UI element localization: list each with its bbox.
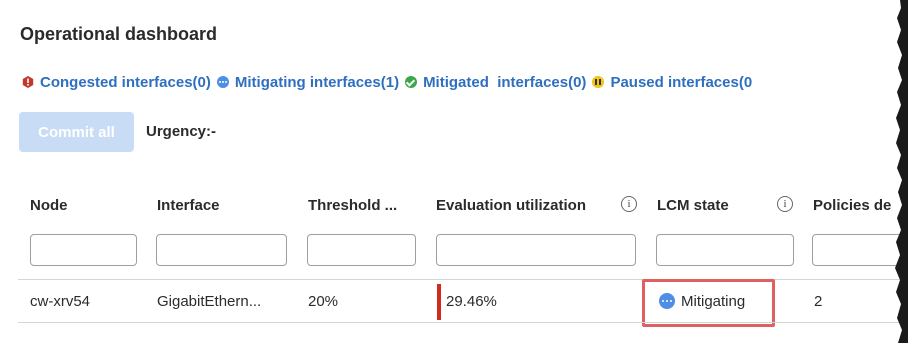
utilization-indicator-bar: [437, 284, 441, 320]
status-filter-bar: Congested interfaces(0) Mitigating inter…: [22, 72, 758, 92]
congested-interfaces-filter[interactable]: Congested interfaces(0): [22, 74, 211, 91]
paused-icon: [592, 76, 605, 88]
mitigating-icon: [216, 76, 229, 88]
row-divider: [18, 322, 908, 323]
column-header-threshold[interactable]: Threshold ...: [308, 197, 397, 214]
mitigating-interfaces-label: Mitigating interfaces(1): [234, 73, 400, 91]
column-header-lcm-state[interactable]: LCM state: [657, 197, 729, 214]
mitigated-interfaces-label: Mitigated interfaces(0): [423, 73, 587, 91]
mitigated-interfaces-filter[interactable]: Mitigated interfaces(0): [405, 74, 586, 91]
info-icon[interactable]: i: [621, 196, 637, 212]
column-header-node[interactable]: Node: [30, 197, 68, 214]
paused-interfaces-label: Paused interfaces(0: [610, 73, 753, 91]
torn-edge: [895, 0, 908, 343]
evaluation-utilization-filter-input[interactable]: [436, 234, 636, 266]
mitigating-interfaces-filter[interactable]: Mitigating interfaces(1): [216, 73, 400, 91]
info-icon[interactable]: i: [777, 196, 793, 212]
lcm-state-filter-input[interactable]: [656, 234, 794, 266]
mitigating-icon: [659, 293, 675, 309]
column-header-evaluation-utilization[interactable]: Evaluation utilization: [436, 197, 586, 214]
cell-interface: GigabitEthern...: [157, 293, 262, 310]
column-header-policies[interactable]: Policies de: [813, 197, 891, 214]
cell-evaluation-utilization: 29.46%: [446, 293, 497, 310]
urgency-label: Urgency:-: [146, 123, 217, 140]
column-header-interface[interactable]: Interface: [157, 197, 220, 214]
cell-threshold: 20%: [308, 293, 339, 310]
threshold-filter-input[interactable]: [307, 234, 416, 266]
congested-icon: [22, 76, 34, 88]
cell-lcm-state: Mitigating: [681, 293, 746, 310]
paused-interfaces-filter[interactable]: Paused interfaces(0: [592, 74, 752, 91]
congested-interfaces-label: Congested interfaces(0): [40, 73, 211, 91]
mitigated-icon: [405, 76, 418, 88]
operational-dashboard: Operational dashboard Congested interfac…: [0, 0, 908, 343]
cell-policies: 2: [814, 293, 823, 310]
cell-node: cw-xrv54: [30, 293, 91, 310]
interface-filter-input[interactable]: [156, 234, 287, 266]
node-filter-input[interactable]: [30, 234, 137, 266]
page-title: Operational dashboard: [20, 24, 218, 44]
commit-all-button[interactable]: Commit all: [19, 112, 134, 152]
